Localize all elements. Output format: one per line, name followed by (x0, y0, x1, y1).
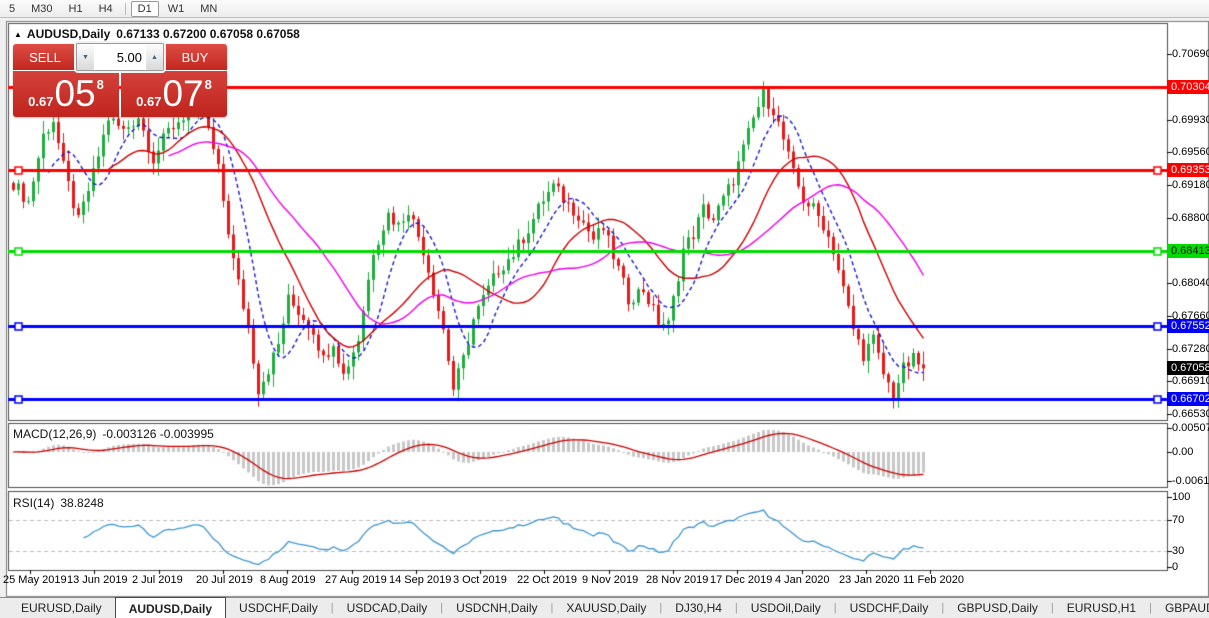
trade-panel-prices: 0.67 05 8 0.67 07 8 (13, 71, 227, 117)
macd-axis-label: 0.005076 (1172, 422, 1209, 435)
chart-tab-xauusd-daily[interactable]: XAUUSD,Daily (553, 598, 659, 618)
sell-button[interactable]: SELL (13, 44, 77, 70)
rsi-axis-label: 30 (1172, 545, 1185, 558)
trade-panel-top-row: SELL ▼ ▲ BUY (13, 43, 227, 71)
buy-button[interactable]: BUY (163, 44, 227, 70)
timeframe-toolbar: 5 M30 H1 H4 D1 W1 MN (0, 0, 1209, 18)
timeframe-button-w1[interactable]: W1 (161, 1, 192, 17)
triangle-up-icon: ▲ (151, 53, 158, 61)
price-axis-label: 0.66910 (1172, 375, 1209, 388)
price-level-badge[interactable]: 0.66702 (1167, 392, 1209, 407)
sell-price-prefix: 0.67 (28, 93, 54, 109)
chart-tab-eurusd-h1[interactable]: EURUSD,H1 (1054, 598, 1149, 618)
macd-values: -0.003126 -0.003995 (102, 427, 214, 441)
macd-axis-label: -0.006148 (1172, 474, 1209, 487)
timeframe-button-d1[interactable]: D1 (130, 0, 159, 17)
price-axis-label: 0.69930 (1172, 113, 1209, 126)
volume-decrease-button[interactable]: ▼ (77, 44, 94, 70)
price-axis-label: 0.69180 (1172, 178, 1209, 191)
date-axis-label: 9 Nov 2019 (582, 574, 639, 586)
chart-tab-dj30-h4[interactable]: DJ30,H4 (662, 598, 735, 618)
triangle-down-icon: ▼ (82, 53, 89, 61)
rsi-label: RSI(14) (13, 496, 55, 510)
trading-terminal: 5 M30 H1 H4 D1 W1 MN ▲ AUDUSD,Daily 0.67133 0.67… (0, 0, 1209, 618)
price-axis-label: 0.68040 (1172, 277, 1209, 290)
macd-label: MACD(12,26,9) (13, 427, 97, 441)
buy-price-pip-digit: 8 (204, 76, 212, 92)
date-axis-label: 8 Aug 2019 (260, 574, 316, 586)
macd-legend: MACD(12,26,9) -0.003126 -0.003995 (13, 427, 214, 441)
date-axis-label: 3 Oct 2019 (453, 574, 507, 586)
current-price-badge: 0.67058 (1167, 361, 1209, 376)
date-axis-label: 11 Feb 2020 (903, 574, 964, 586)
price-axis-label: 0.66530 (1172, 408, 1209, 421)
chart-tab-gbpusd-daily[interactable]: GBPUSD,Daily (944, 598, 1051, 618)
volume-increase-button[interactable]: ▲ (146, 44, 163, 70)
date-axis-label: 13 Jun 2019 (67, 574, 128, 586)
price-axis-label: 0.68800 (1172, 211, 1209, 224)
price-axis-label: 0.69560 (1172, 145, 1209, 158)
chart-tab-gbpaud-h1[interactable]: GBPAUD,H1 (1152, 598, 1209, 618)
chart-symbol-title: AUDUSD,Daily (26, 27, 111, 41)
sell-price-display[interactable]: 0.67 05 8 (13, 71, 119, 117)
chart-ohlc-values: 0.67133 0.67200 0.67058 0.67058 (116, 27, 300, 41)
price-level-badge[interactable]: 0.69353 (1167, 162, 1209, 177)
buy-price-display[interactable]: 0.67 07 8 (121, 71, 227, 117)
chart-tab-audusd-daily[interactable]: AUDUSD,Daily (114, 597, 227, 618)
date-axis-label: 17 Dec 2019 (710, 574, 773, 586)
chart-tab-usdoil-daily[interactable]: USDOil,Daily (738, 598, 834, 618)
chart-legend: ▲ AUDUSD,Daily 0.67133 0.67200 0.67058 0.6… (14, 27, 300, 41)
chart-tab-usdchf-daily[interactable]: USDCHF,Daily (226, 598, 331, 618)
date-axis-label: 14 Sep 2019 (389, 574, 452, 586)
date-axis-label: 23 Jan 2020 (839, 574, 900, 586)
price-axis-label: 0.67280 (1172, 343, 1209, 356)
rsi-axis-label: 70 (1172, 514, 1185, 527)
price-axis-label: 0.70690 (1172, 47, 1209, 60)
date-axis-label: 20 Jul 2019 (196, 574, 253, 586)
timeframe-button-5[interactable]: 5 (2, 1, 22, 17)
timeframe-button-m30[interactable]: M30 (24, 1, 59, 17)
timeframe-button-h1[interactable]: H1 (62, 1, 90, 17)
price-level-badge[interactable]: 0.70304 (1167, 80, 1209, 95)
price-level-badge[interactable]: 0.68413 (1167, 244, 1209, 259)
date-axis-label: 22 Oct 2019 (517, 574, 577, 586)
date-axis-label: 2 Jul 2019 (132, 574, 183, 586)
timeframe-button-mn[interactable]: MN (193, 1, 224, 17)
rsi-legend: RSI(14) 38.8248 (13, 496, 104, 510)
date-axis-label: 27 Aug 2019 (325, 574, 387, 586)
rsi-axis-label: 100 (1172, 491, 1191, 503)
rsi-axis-label: 0 (1172, 561, 1179, 573)
collapse-triangle-icon[interactable]: ▲ (14, 30, 22, 39)
date-axis-label: 25 May 2019 (3, 574, 67, 586)
price-level-badge[interactable]: 0.67552 (1167, 318, 1209, 333)
sell-price-pip-digit: 8 (96, 76, 104, 92)
chart-tab-usdcnh-daily[interactable]: USDCNH,Daily (443, 598, 550, 618)
timeframe-button-h4[interactable]: H4 (92, 1, 120, 17)
chart-tab-eurusd-daily[interactable]: EURUSD,Daily (8, 598, 115, 618)
sell-price-big-digits: 05 (54, 73, 96, 114)
date-axis-label: 4 Jan 2020 (775, 574, 830, 586)
buy-price-big-digits: 07 (162, 73, 204, 114)
chart-tab-usdcad-daily[interactable]: USDCAD,Daily (334, 598, 441, 618)
volume-control: ▼ ▲ (76, 43, 164, 71)
buy-price-prefix: 0.67 (136, 93, 162, 109)
chart-tab-bar: EURUSD,Daily AUDUSD,Daily USDCHF,Daily | USD… (0, 597, 1209, 618)
chart-tab-usdchf-daily[interactable]: USDCHF,Daily (837, 598, 942, 618)
date-axis-label: 28 Nov 2019 (646, 574, 709, 586)
rsi-value: 38.8248 (60, 496, 104, 510)
volume-input[interactable] (94, 44, 146, 70)
one-click-trading-panel: SELL ▼ ▲ BUY 0.67058 0.67078 (13, 43, 227, 117)
macd-axis-label: 0.00 (1172, 445, 1194, 458)
toolbar-separator (124, 2, 126, 15)
